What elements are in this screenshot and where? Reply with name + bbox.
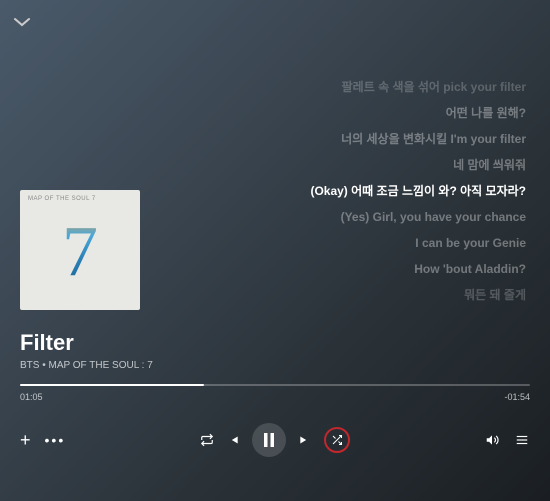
next-icon[interactable]	[298, 433, 312, 447]
collapse-chevron-icon[interactable]	[14, 14, 30, 32]
progress-bar[interactable]	[20, 384, 530, 386]
pause-button[interactable]	[252, 423, 286, 457]
album-art[interactable]: MAP OF THE SOUL 7 7	[20, 190, 140, 310]
add-button[interactable]: +	[20, 430, 31, 451]
queue-icon[interactable]	[514, 433, 530, 447]
progress-section: 01:05 -01:54	[20, 384, 530, 402]
lyric-line: (Yes) Girl, you have your chance	[200, 208, 526, 226]
now-playing-view: 팔레트 속 색을 섞어 pick your filter 어떤 나를 원해? 너…	[0, 0, 550, 501]
shuffle-button[interactable]	[324, 427, 350, 453]
track-subtitle: BTS • MAP OF THE SOUL : 7	[20, 360, 153, 371]
album-art-glyph: 7	[62, 211, 98, 294]
time-remaining: -01:54	[504, 392, 530, 402]
lyrics-panel: 팔레트 속 색을 섞어 pick your filter 어떤 나를 원해? 너…	[200, 78, 526, 304]
repeat-icon[interactable]	[200, 433, 214, 447]
more-button[interactable]: •••	[45, 432, 66, 448]
lyric-line: I can be your Genie	[200, 234, 526, 252]
previous-icon[interactable]	[226, 433, 240, 447]
progress-fill	[20, 384, 204, 386]
track-info: Filter BTS • MAP OF THE SOUL : 7	[20, 330, 153, 371]
lyric-line: 어떤 나를 원해?	[200, 104, 526, 122]
track-title: Filter	[20, 330, 153, 356]
volume-icon[interactable]	[484, 433, 500, 447]
lyric-line: How 'bout Aladdin?	[200, 260, 526, 278]
lyric-line: 뭐든 돼 줄게	[200, 286, 526, 304]
lyric-line-active: (Okay) 어때 조금 느낌이 와? 아직 모자라?	[200, 182, 526, 200]
controls-bar: + •••	[20, 420, 530, 460]
album-art-label: MAP OF THE SOUL 7	[28, 196, 96, 202]
lyric-line: 네 맘에 씌워줘	[200, 156, 526, 174]
lyric-line: 팔레트 속 색을 섞어 pick your filter	[200, 78, 526, 96]
time-elapsed: 01:05	[20, 392, 43, 402]
lyric-line: 너의 세상을 변화시킬 I'm your filter	[200, 130, 526, 148]
